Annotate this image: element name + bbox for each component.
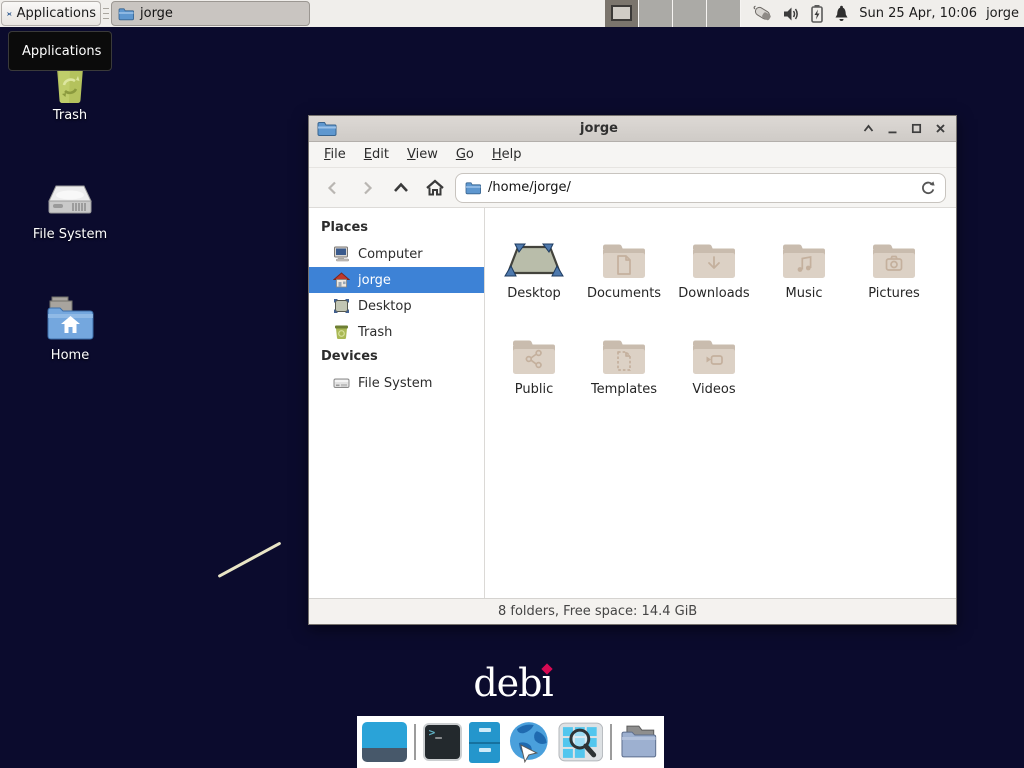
desktop-icon-file-system[interactable]: File System [22, 174, 118, 242]
applications-label: Applications [17, 6, 96, 21]
xfce-logo-icon [6, 5, 13, 23]
workspace-window-thumb [611, 5, 632, 21]
file-manager-window: jorge File Edit View Go Help [308, 115, 957, 625]
maximize-button[interactable] [909, 121, 924, 136]
sidebar-item-jorge[interactable]: jorge [309, 267, 484, 293]
drive-small-icon [333, 375, 350, 391]
sidebar-item-file-system[interactable]: File System [309, 370, 484, 396]
sidebar: Places Computer [309, 208, 485, 598]
taskbar-folder-icon [118, 7, 134, 21]
minimize-button[interactable] [885, 121, 900, 136]
path-input[interactable] [488, 180, 913, 195]
notifications-bell-icon[interactable] [833, 5, 850, 23]
folder-templates-icon [600, 336, 648, 378]
sidebar-item-computer[interactable]: Computer [309, 241, 484, 267]
desktop-icon [333, 298, 350, 314]
file-item-public[interactable]: Public [489, 316, 579, 412]
hard-drive-icon [45, 174, 95, 224]
menu-view[interactable]: View [398, 143, 447, 166]
folder-documents-icon [600, 240, 648, 282]
up-button[interactable] [387, 174, 415, 202]
trash-small-icon [333, 324, 350, 340]
file-item-documents[interactable]: Documents [579, 220, 669, 316]
home-icon [333, 272, 350, 288]
shade-button[interactable] [861, 121, 876, 136]
applications-tooltip: Applications [8, 31, 112, 71]
file-manager-icon[interactable] [619, 722, 659, 762]
volume-icon[interactable] [782, 5, 801, 23]
file-item-templates[interactable]: Templates [579, 316, 669, 412]
file-item-downloads[interactable]: Downloads [669, 220, 759, 316]
workspace-3[interactable] [673, 0, 707, 27]
clock[interactable]: Sun 25 Apr, 10:06 [859, 6, 977, 21]
panel-handle[interactable] [103, 6, 109, 21]
file-item-desktop[interactable]: Desktop [489, 220, 579, 316]
devices-header: Devices [309, 345, 484, 370]
reload-icon[interactable] [920, 180, 936, 196]
system-tray: Sun 25 Apr, 10:06 jorge [752, 0, 1019, 27]
close-button[interactable] [933, 121, 948, 136]
mouse-icon[interactable] [752, 4, 773, 23]
path-bar[interactable] [455, 173, 946, 203]
taskbar-button[interactable]: jorge [111, 1, 310, 26]
file-item-pictures[interactable]: Pictures [849, 220, 939, 316]
toolbar [309, 168, 956, 208]
user-menu[interactable]: jorge [986, 6, 1019, 21]
path-folder-icon [465, 181, 481, 195]
sidebar-item-desktop[interactable]: Desktop [309, 293, 484, 319]
dock-separator [610, 724, 612, 760]
forward-button[interactable] [353, 174, 381, 202]
folder-public-icon [510, 336, 558, 378]
statusbar: 8 folders, Free space: 14.4 GiB [309, 598, 956, 624]
home-button[interactable] [421, 174, 449, 202]
dock-separator [414, 724, 416, 760]
file-item-videos[interactable]: Videos [669, 316, 759, 412]
places-header: Places [309, 216, 484, 241]
window-title: jorge [337, 121, 861, 136]
titlebar[interactable]: jorge [309, 116, 956, 142]
top-panel: Applications jorge [0, 0, 1024, 27]
sidebar-item-trash[interactable]: Trash [309, 319, 484, 345]
menu-file[interactable]: File [315, 143, 355, 166]
application-finder-icon[interactable] [558, 722, 604, 762]
taskbar-label: jorge [140, 6, 173, 21]
statusbar-text: 8 folders, Free space: 14.4 GiB [498, 604, 697, 619]
menu-help[interactable]: Help [483, 143, 531, 166]
web-browser-icon[interactable] [507, 721, 551, 763]
workspace-1[interactable] [605, 0, 639, 27]
debian-logo-text: deb [473, 661, 541, 705]
desktop-surface-icon [501, 240, 567, 282]
file-item-music[interactable]: Music [759, 220, 849, 316]
workspace-2[interactable] [639, 0, 673, 27]
back-button[interactable] [319, 174, 347, 202]
home-folder-icon [43, 293, 97, 345]
terminal-icon[interactable]: >_ [423, 723, 463, 761]
workspace-4[interactable] [707, 0, 741, 27]
stray-line [218, 541, 282, 578]
battery-charging-icon[interactable] [810, 4, 824, 23]
menu-edit[interactable]: Edit [355, 143, 398, 166]
menubar: File Edit View Go Help [309, 142, 956, 168]
folder-downloads-icon [690, 240, 738, 282]
folder-pictures-icon [870, 240, 918, 282]
computer-icon [333, 246, 350, 262]
show-desktop-icon[interactable] [362, 722, 407, 762]
file-cabinet-icon[interactable] [469, 722, 500, 763]
window-folder-icon[interactable] [317, 120, 337, 137]
desktop-icon-label: Trash [53, 108, 87, 123]
folder-videos-icon [690, 336, 738, 378]
folder-music-icon [780, 240, 828, 282]
workspace-switcher [605, 0, 741, 27]
desktop: Trash File System Home debıan [0, 0, 1024, 768]
desktop-icon-label: Home [51, 348, 89, 363]
menu-go[interactable]: Go [447, 143, 483, 166]
desktop-icon-home[interactable]: Home [28, 293, 112, 363]
desktop-icon-label: File System [33, 227, 107, 242]
applications-button[interactable]: Applications [1, 1, 101, 26]
dock: >_ [357, 716, 664, 768]
file-grid: Desktop Documents [485, 208, 956, 598]
